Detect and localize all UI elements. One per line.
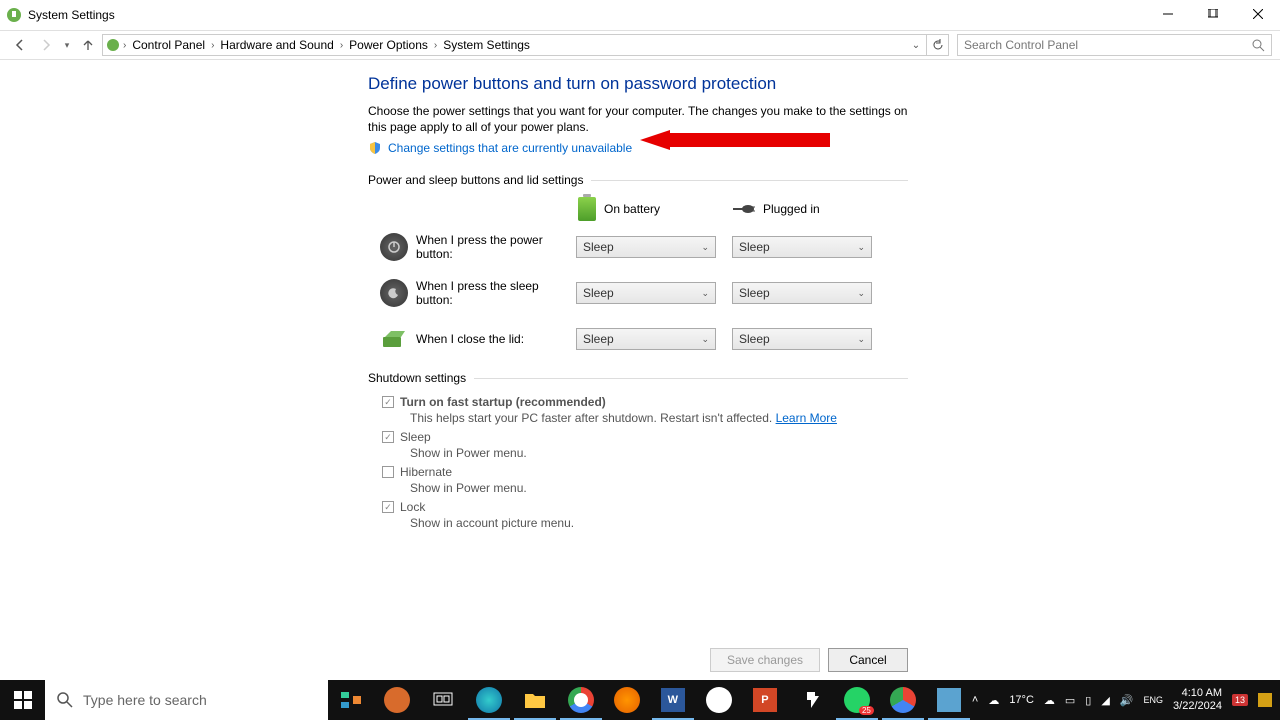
- power-button-icon: [380, 233, 408, 261]
- taskbar-app[interactable]: [374, 680, 420, 720]
- start-button[interactable]: [0, 680, 45, 720]
- taskbar-settings[interactable]: [926, 680, 972, 720]
- checkbox-fast-startup: Turn on fast startup (recommended) This …: [382, 395, 908, 427]
- app-icon: [6, 7, 22, 23]
- taskbar-edge[interactable]: [466, 680, 512, 720]
- section-power-buttons: Power and sleep buttons and lid settings: [368, 173, 583, 187]
- setting-power-button: When I press the power button: Sleep⌄ Sl…: [380, 233, 908, 261]
- divider: [591, 180, 908, 181]
- clock[interactable]: 4:10 AM 3/22/2024: [1173, 687, 1222, 713]
- chevron-down-icon: ⌄: [701, 242, 709, 253]
- chevron-down-icon: ⌄: [701, 288, 709, 299]
- dropdown-sleep-plugged[interactable]: Sleep⌄: [732, 282, 872, 304]
- change-settings-text: Change settings that are currently unava…: [388, 141, 632, 155]
- recent-dropdown[interactable]: ▾: [60, 33, 74, 57]
- tray-icon[interactable]: [1258, 693, 1272, 707]
- weather-icon[interactable]: ☁: [988, 694, 999, 707]
- task-view[interactable]: [420, 680, 466, 720]
- dropdown-sleep-battery[interactable]: Sleep⌄: [576, 282, 716, 304]
- col-plugged: Plugged in: [733, 197, 888, 221]
- wifi-icon[interactable]: ◢: [1101, 694, 1109, 707]
- taskbar-chrome[interactable]: [558, 680, 604, 720]
- taskbar-firefox[interactable]: [604, 680, 650, 720]
- cancel-button[interactable]: Cancel: [828, 648, 908, 672]
- breadcrumb-seg[interactable]: Power Options: [345, 38, 432, 52]
- close-button[interactable]: [1235, 0, 1280, 28]
- checkbox-hibernate: Hibernate Show in Power menu.: [382, 465, 908, 497]
- titlebar: System Settings: [0, 0, 1280, 30]
- weather-temp[interactable]: 17°C: [1009, 694, 1034, 706]
- nav-bar: ▾ › Control Panel› Hardware and Sound› P…: [0, 30, 1280, 60]
- taskbar-app[interactable]: [696, 680, 742, 720]
- button-bar: Save changes Cancel: [368, 648, 908, 682]
- checkbox-lock: Lock Show in account picture menu.: [382, 500, 908, 532]
- search-icon: [1252, 39, 1265, 52]
- breadcrumb-seg[interactable]: Control Panel: [128, 38, 209, 52]
- tray-icon[interactable]: ▭: [1065, 694, 1075, 707]
- chevron-down-icon: ⌄: [857, 334, 865, 345]
- shield-icon: [368, 141, 382, 155]
- save-button[interactable]: Save changes: [710, 648, 820, 672]
- battery-icon: [578, 197, 596, 221]
- forward-button[interactable]: [34, 33, 58, 57]
- dropdown-lid-plugged[interactable]: Sleep⌄: [732, 328, 872, 350]
- divider: [474, 378, 908, 379]
- refresh-button[interactable]: [927, 34, 949, 56]
- taskbar-whatsapp[interactable]: 25: [834, 680, 880, 720]
- breadcrumb-seg[interactable]: Hardware and Sound: [216, 38, 337, 52]
- chevron-down-icon: ⌄: [857, 242, 865, 253]
- dropdown-power-battery[interactable]: Sleep⌄: [576, 236, 716, 258]
- taskbar-app[interactable]: [880, 680, 926, 720]
- up-button[interactable]: [76, 33, 100, 57]
- plug-icon: [733, 203, 755, 215]
- sleep-button-icon: [380, 279, 408, 307]
- taskbar-app[interactable]: [788, 680, 834, 720]
- tray-chevron-icon[interactable]: ˄: [972, 694, 978, 706]
- taskbar-search[interactable]: Type here to search: [45, 680, 328, 720]
- setting-sleep-button: When I press the sleep button: Sleep⌄ Sl…: [380, 279, 908, 307]
- setting-lid-close: When I close the lid: Sleep⌄ Sleep⌄: [380, 325, 908, 353]
- taskbar: Type here to search W P 25 ˄ ☁ 17°C ☁ ▭ …: [0, 680, 1280, 720]
- checkbox[interactable]: [382, 431, 394, 443]
- window-title: System Settings: [28, 8, 115, 22]
- dropdown-lid-battery[interactable]: Sleep⌄: [576, 328, 716, 350]
- col-battery: On battery: [578, 197, 733, 221]
- taskbar-explorer[interactable]: [512, 680, 558, 720]
- location-icon: [105, 37, 121, 53]
- breadcrumb[interactable]: › Control Panel› Hardware and Sound› Pow…: [102, 34, 927, 56]
- battery-icon[interactable]: ▯: [1085, 694, 1091, 707]
- onedrive-icon[interactable]: ☁: [1044, 694, 1055, 707]
- search-input[interactable]: Search Control Panel: [957, 34, 1272, 56]
- page-title: Define power buttons and turn on passwor…: [368, 74, 908, 94]
- breadcrumb-seg[interactable]: System Settings: [439, 38, 534, 52]
- window-controls: [1145, 0, 1280, 28]
- back-button[interactable]: [8, 33, 32, 57]
- search-placeholder: Search Control Panel: [964, 38, 1078, 52]
- annotation-arrow: [640, 130, 830, 150]
- system-tray[interactable]: ˄ ☁ 17°C ☁ ▭ ▯ ◢ 🔊 ENG 4:10 AM 3/22/2024…: [972, 687, 1280, 713]
- setting-label: When I press the power button:: [416, 233, 576, 261]
- taskbar-word[interactable]: W: [650, 680, 696, 720]
- checkbox[interactable]: [382, 501, 394, 513]
- taskbar-app[interactable]: [328, 680, 374, 720]
- notifications-icon[interactable]: 13: [1232, 694, 1248, 706]
- taskbar-powerpoint[interactable]: P: [742, 680, 788, 720]
- checkbox[interactable]: [382, 466, 394, 478]
- learn-more-link[interactable]: Learn More: [776, 411, 837, 425]
- chevron-down-icon: ⌄: [857, 288, 865, 299]
- checkbox[interactable]: [382, 396, 394, 408]
- maximize-button[interactable]: [1190, 0, 1235, 28]
- section-shutdown: Shutdown settings: [368, 371, 466, 385]
- breadcrumb-dropdown[interactable]: ⌄: [906, 40, 926, 51]
- setting-label: When I press the sleep button:: [416, 279, 576, 307]
- search-icon: [57, 692, 73, 708]
- setting-label: When I close the lid:: [416, 332, 576, 346]
- volume-icon[interactable]: 🔊: [1120, 694, 1134, 707]
- minimize-button[interactable]: [1145, 0, 1190, 28]
- language-icon[interactable]: ENG: [1144, 695, 1164, 705]
- lid-icon: [380, 325, 408, 353]
- dropdown-power-plugged[interactable]: Sleep⌄: [732, 236, 872, 258]
- checkbox-sleep: Sleep Show in Power menu.: [382, 430, 908, 462]
- chevron-down-icon: ⌄: [701, 334, 709, 345]
